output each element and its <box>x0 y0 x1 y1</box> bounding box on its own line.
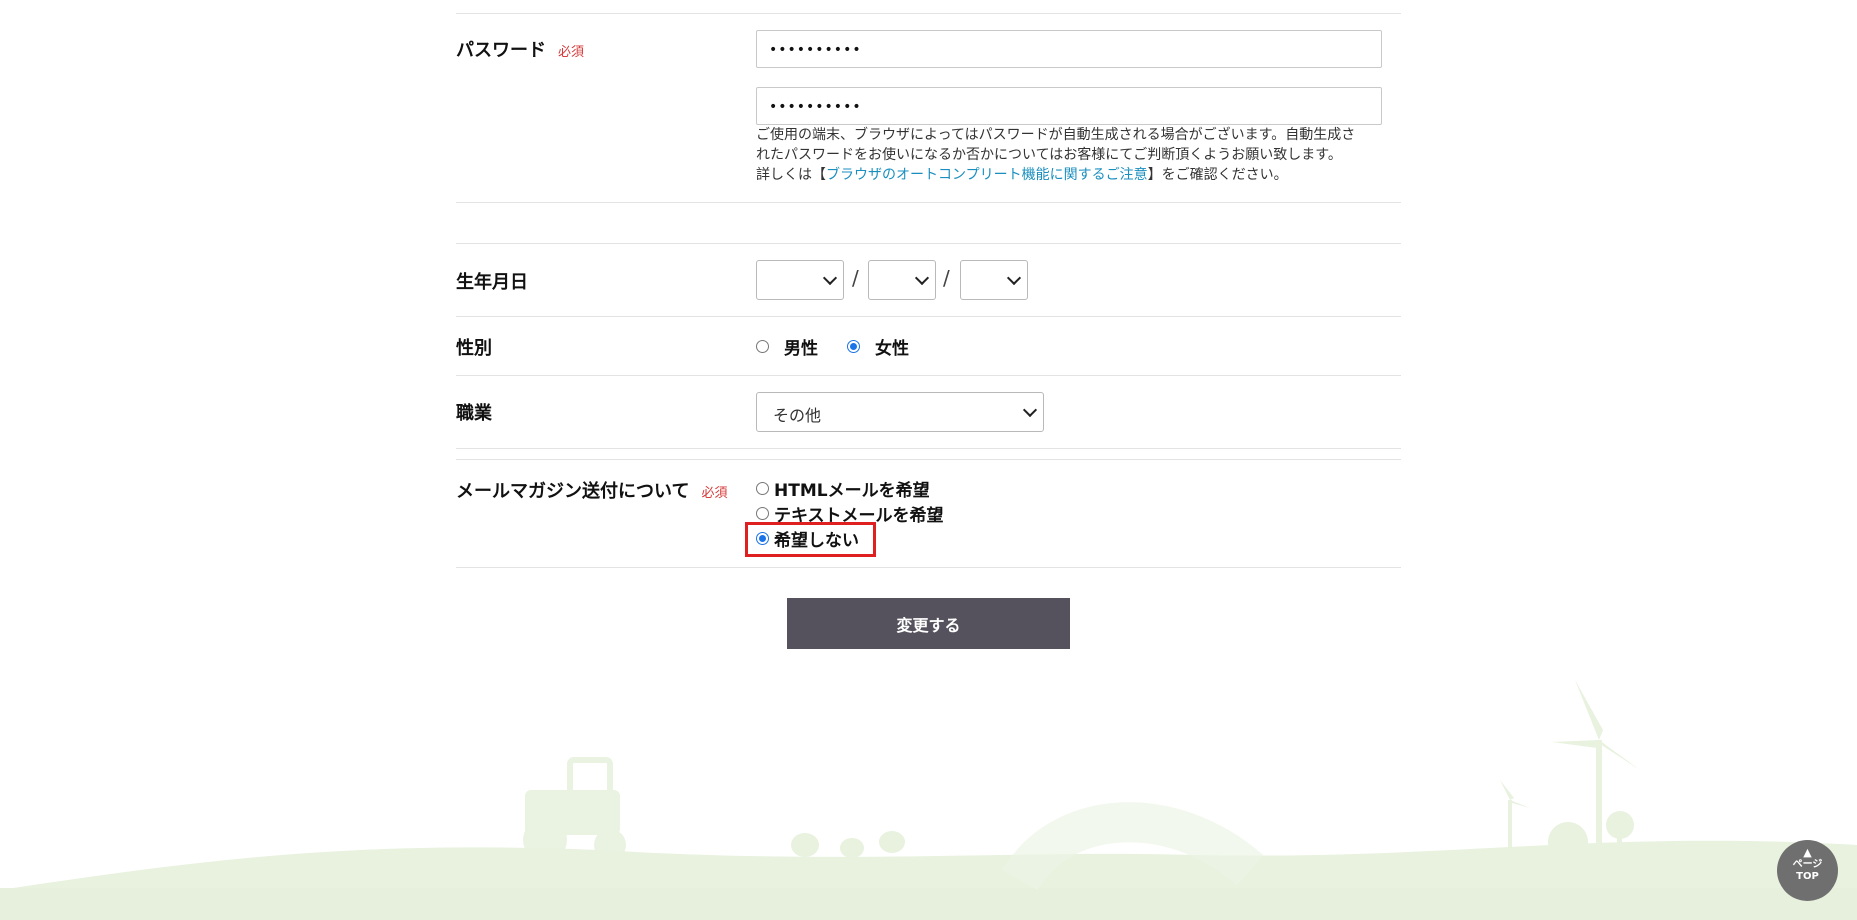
divider <box>456 567 1401 568</box>
birth-day-select[interactable] <box>960 260 1028 300</box>
divider <box>456 202 1401 203</box>
date-separator: / <box>943 266 950 290</box>
chicken-icon <box>791 831 905 858</box>
select-value: その他 <box>773 406 822 425</box>
page-top-line2: TOP <box>1796 871 1819 882</box>
birth-year-select[interactable] <box>756 260 844 300</box>
chevron-down-icon <box>1022 402 1038 418</box>
date-separator: / <box>852 266 859 290</box>
required-badge: 必須 <box>701 486 728 501</box>
password-label: パスワード 必須 <box>456 36 584 62</box>
autocomplete-notice-link[interactable]: ブラウザのオートコンプリート機能に関するご注意 <box>826 167 1148 183</box>
gender-female-label[interactable]: 女性 <box>875 334 909 359</box>
countryside-footer-illustration <box>0 680 1857 920</box>
gender-male-label[interactable]: 男性 <box>784 334 818 359</box>
arrow-up-icon: ▲ <box>1803 846 1812 859</box>
password-label-text: パスワード <box>456 40 546 61</box>
note-line: れたパスワードをお使いになるか否かについてはお客様にてご判断頂くようお願い致しま… <box>756 147 1342 163</box>
password-field[interactable]: •••••••••• <box>756 30 1382 68</box>
password-confirm-field[interactable]: •••••••••• <box>756 87 1382 125</box>
divider <box>456 459 1401 460</box>
newsletter-html-radio[interactable] <box>756 482 769 495</box>
note-line: ご使用の端末、ブラウザによってはパスワードが自動生成される場合がございます。自動… <box>756 127 1356 143</box>
required-badge: 必須 <box>558 45 585 60</box>
note-line: 詳しくは【ブラウザのオートコンプリート機能に関するご注意】をご確認ください。 <box>756 165 1396 185</box>
tractor-icon <box>523 757 626 862</box>
note-text: 】をご確認ください。 <box>1147 167 1288 183</box>
newsletter-text-radio[interactable] <box>756 507 769 520</box>
newsletter-label: メールマガジン送付について 必須 <box>456 477 727 503</box>
divider <box>456 316 1401 317</box>
occupation-select[interactable]: その他 <box>756 392 1044 432</box>
newsletter-none-label[interactable]: 希望しない <box>774 526 859 551</box>
occupation-label: 職業 <box>456 403 492 424</box>
chevron-down-icon <box>1006 270 1022 286</box>
newsletter-html-label[interactable]: HTMLメールを希望 <box>774 476 930 501</box>
birthday-label: 生年月日 <box>456 272 528 293</box>
divider <box>456 13 1401 14</box>
gender-label: 性別 <box>456 338 492 359</box>
ground-strip <box>0 888 1857 920</box>
submit-change-button[interactable]: 変更する <box>787 598 1070 649</box>
birth-month-select[interactable] <box>868 260 936 300</box>
page-top-line1: ページ <box>1792 859 1823 870</box>
divider <box>456 375 1401 376</box>
password-note: ご使用の端末、ブラウザによってはパスワードが自動生成される場合がございます。自動… <box>756 125 1396 185</box>
divider <box>456 448 1401 449</box>
divider <box>456 243 1401 244</box>
page-top-button[interactable]: ▲ ページ TOP <box>1777 840 1838 901</box>
newsletter-none-radio[interactable] <box>756 532 769 545</box>
note-text: 詳しくは【 <box>756 167 826 183</box>
newsletter-label-text: メールマガジン送付について <box>456 481 690 502</box>
gender-male-radio[interactable] <box>756 340 769 353</box>
chevron-down-icon <box>822 270 838 286</box>
chevron-down-icon <box>914 270 930 286</box>
gender-female-radio[interactable] <box>847 340 860 353</box>
